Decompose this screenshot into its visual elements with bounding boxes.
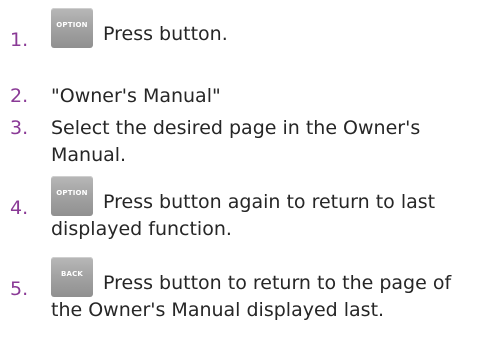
step-text-line2: the Owner's Manual displayed last. [51,299,385,321]
step-text-line1: Press button again to return to last [103,191,436,213]
step-5: 5. BACK Press button to return to the pag… [0,257,478,333]
step-4: 4. OPTION Press button again to return to… [0,176,478,250]
back-button-icon: BACK [51,257,93,297]
step-3: 3. Select the desired page in the Owner'… [0,115,478,171]
step-1: 1. OPTION Press button. [0,6,478,54]
step-number: 3. [10,117,29,139]
step-number: 5. [10,278,29,300]
step-text: "Owner's Manual" [51,85,221,107]
step-2: 2. "Owner's Manual" [0,83,478,113]
option-button-label: OPTION [56,189,88,197]
step-number: 2. [10,85,29,107]
step-text-line1: Select the desired page in the Owner's [51,117,421,139]
step-number: 1. [10,29,29,51]
step-text: Press button. [103,23,228,45]
option-button-icon: OPTION [51,8,93,48]
option-button-icon: OPTION [51,176,93,216]
step-text-line2: displayed function. [51,218,232,240]
back-button-label: BACK [60,270,84,278]
step-text-line1: Press button to return to the page of [103,272,452,294]
option-button-label: OPTION [56,21,88,29]
step-text-line2: Manual. [51,144,127,166]
step-number: 4. [10,197,29,219]
